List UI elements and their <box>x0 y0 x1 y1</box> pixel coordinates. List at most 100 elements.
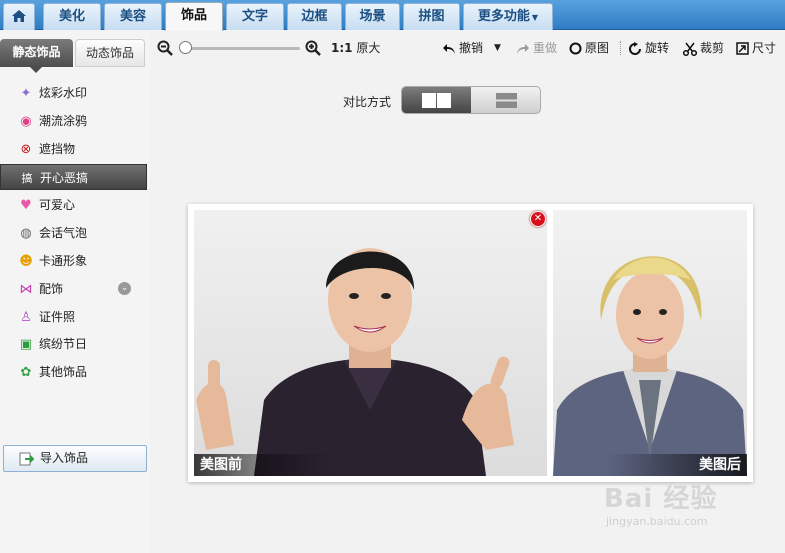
crop-label: 裁剪 <box>700 41 725 55</box>
more-features-label: 更多功能 <box>477 9 530 24</box>
category-label: 其他饰品 <box>39 365 88 379</box>
category-label: 潮流涂鸦 <box>39 114 88 128</box>
photo-compare-frame: 美图前 美图后 <box>188 204 753 482</box>
top-tab-bar: 美化 美容 饰品 文字 边框 场景 拼图 更多功能 ▼ <box>0 0 785 31</box>
home-tab[interactable] <box>3 3 35 30</box>
category-item[interactable]: ♙ 证件照 <box>0 304 147 330</box>
category-label: 缤纷节日 <box>39 337 88 351</box>
original-image-icon <box>569 42 582 55</box>
gift-icon: ▣ <box>19 336 33 352</box>
speech-bubble-icon: ◍ <box>20 225 32 241</box>
zoom-in-icon[interactable] <box>305 39 321 57</box>
edit-toolbar: 1:1 原大 撤销 ▼ 重做 原图 旋转 裁剪 尺寸 <box>152 31 785 65</box>
before-caption: 美图前 <box>194 454 334 476</box>
original-image-label: 原图 <box>585 41 610 55</box>
category-label: 会话气泡 <box>39 226 88 240</box>
watermark-url: jingyan.baidu.com <box>606 515 708 528</box>
tab-collage[interactable]: 拼图 <box>403 3 460 30</box>
chevron-down-icon: ▼ <box>531 13 539 22</box>
tab-dynamic-accessories[interactable]: 动态饰品 <box>75 39 145 67</box>
funny-icon: 搞 <box>21 171 33 185</box>
baidu-watermark: Bai 经验 jingyan.baidu.com <box>604 478 774 538</box>
category-item-selected[interactable]: 搞开心恶搞 <box>0 164 147 190</box>
sparkle-icon: ✦ <box>20 85 32 101</box>
close-icon[interactable]: ✕ <box>530 211 546 227</box>
category-item[interactable]: ♥ 可爱心 <box>0 192 147 218</box>
undo-button[interactable]: 撤销 <box>442 39 483 57</box>
mask-icon: ⊗ <box>20 141 32 157</box>
resize-button[interactable]: 尺寸 <box>736 39 776 57</box>
heart-icon: ♥ <box>20 197 32 213</box>
resize-icon <box>736 42 749 55</box>
bow-icon: ⋈ <box>19 281 33 297</box>
crop-button[interactable]: 裁剪 <box>683 39 724 57</box>
home-icon <box>12 10 26 22</box>
tab-beautify[interactable]: 美化 <box>43 3 101 30</box>
category-label: 遮挡物 <box>39 142 76 156</box>
one-to-one-label: 1:1 <box>331 41 353 55</box>
cartoon-face-icon: ☻ <box>19 253 33 269</box>
before-portrait-image <box>194 210 547 476</box>
original-size-label: 原大 <box>356 41 381 55</box>
zoom-out-icon[interactable] <box>157 39 173 57</box>
left-sidebar: 静态饰品 动态饰品 ✦ 炫彩水印 ◉ 潮流涂鸦 ⊗ 遮挡物 搞开心恶搞 ♥ 可爱心 ◍ 会… <box>0 31 150 553</box>
category-item[interactable]: ✦ 炫彩水印 <box>0 80 147 106</box>
compare-mode-toggle <box>401 86 541 114</box>
tab-text[interactable]: 文字 <box>226 3 284 30</box>
category-label: 证件照 <box>39 310 76 324</box>
category-item[interactable]: ☻ 卡通形象 <box>0 248 147 274</box>
category-label: 配饰 <box>39 282 64 296</box>
undo-icon <box>443 43 455 54</box>
sub-tabs: 静态饰品 动态饰品 <box>0 39 150 73</box>
tab-border[interactable]: 边框 <box>287 3 342 30</box>
import-accessories-button[interactable]: 导入饰品 <box>3 445 147 472</box>
shirt-icon: ♙ <box>20 309 32 325</box>
compare-side-by-side-button[interactable] <box>402 87 471 113</box>
after-caption: 美图后 <box>607 454 747 476</box>
original-image-button[interactable]: 原图 <box>569 39 609 57</box>
category-item[interactable]: ✿ 其他饰品 <box>0 359 147 385</box>
tab-scene[interactable]: 场景 <box>345 3 400 30</box>
undo-history-dropdown[interactable]: ▼ <box>494 39 501 57</box>
compare-mode-label: 对比方式 <box>343 95 392 109</box>
redo-label: 重做 <box>533 41 558 55</box>
compare-stacked-button[interactable] <box>472 87 541 113</box>
watermark-brand: Bai 经验 <box>604 484 718 514</box>
redo-button[interactable]: 重做 <box>516 39 557 57</box>
tab-makeup[interactable]: 美容 <box>104 3 162 30</box>
rotate-icon <box>629 41 641 55</box>
side-by-side-icon <box>422 93 451 108</box>
category-label: 炫彩水印 <box>39 86 88 100</box>
toolbar-divider <box>620 41 621 55</box>
category-item[interactable]: ◉ 潮流涂鸦 <box>0 108 147 134</box>
zoom-slider-track[interactable] <box>183 47 300 50</box>
before-photo: 美图前 <box>194 210 547 476</box>
category-item[interactable]: ▣ 缤纷节日 <box>0 331 147 357</box>
redo-icon <box>517 43 529 54</box>
category-item[interactable]: ⋈ 配饰 ⌄ <box>0 276 147 302</box>
stacked-icon <box>496 93 517 108</box>
flower-icon: ✿ <box>20 364 32 380</box>
after-photo: 美图后 <box>553 210 747 476</box>
category-label: 开心恶搞 <box>40 171 89 185</box>
expand-more-icon[interactable]: ⌄ <box>118 282 131 295</box>
category-item[interactable]: ◍ 会话气泡 <box>0 220 147 246</box>
category-item[interactable]: ⊗ 遮挡物 <box>0 136 147 162</box>
import-icon <box>19 452 34 465</box>
chevron-down-icon: ▼ <box>494 43 501 53</box>
undo-label: 撤销 <box>459 41 484 55</box>
tab-accessories[interactable]: 饰品 <box>165 2 223 31</box>
zoom-slider-handle[interactable] <box>179 41 192 54</box>
resize-label: 尺寸 <box>752 41 777 55</box>
scissors-icon <box>683 42 697 56</box>
tab-more-features[interactable]: 更多功能 ▼ <box>463 3 553 30</box>
category-label: 可爱心 <box>39 198 76 212</box>
original-size-button[interactable]: 1:1 原大 <box>331 39 380 57</box>
category-label: 卡通形象 <box>39 254 88 268</box>
after-portrait-image <box>553 210 747 476</box>
rotate-label: 旋转 <box>645 41 670 55</box>
rotate-button[interactable]: 旋转 <box>628 39 669 57</box>
lips-icon: ◉ <box>20 113 32 129</box>
import-label: 导入饰品 <box>40 451 89 465</box>
tab-static-accessories[interactable]: 静态饰品 <box>0 39 73 73</box>
